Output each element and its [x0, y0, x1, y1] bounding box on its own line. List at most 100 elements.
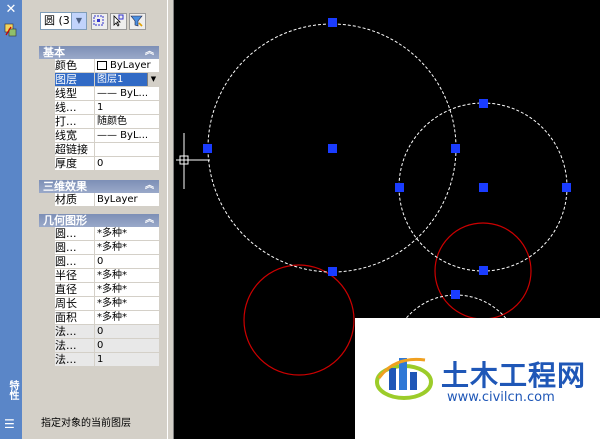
property-row[interactable]: 周长 *多种* [39, 297, 159, 311]
grip[interactable] [562, 183, 571, 192]
property-label: 直径 [55, 283, 94, 296]
chevron-down-icon[interactable]: ▼ [147, 73, 159, 86]
property-label: 图层 [55, 73, 94, 86]
property-value[interactable]: *多种* [95, 241, 159, 254]
watermark-brand: 土木工程网 [441, 359, 587, 392]
grip[interactable] [479, 183, 488, 192]
crosshair-cursor [176, 133, 210, 189]
property-row[interactable]: 直径 *多种* [39, 283, 159, 297]
palette-title-bar: ✕ 特性 ☰ [0, 0, 22, 439]
property-value[interactable]: —— ByL... [95, 87, 159, 100]
properties-tool-icon[interactable] [3, 22, 19, 38]
grip[interactable] [328, 18, 337, 27]
civilcn-logo-icon [375, 357, 433, 400]
watermark: 土木工程网 www.civilcn.com [355, 318, 600, 439]
property-label: 法... [55, 339, 94, 352]
property-row[interactable]: 法... 0 [39, 339, 159, 353]
grip[interactable] [479, 99, 488, 108]
property-row[interactable]: 面积 *多种* [39, 311, 159, 325]
chevron-down-icon[interactable]: ▼ [71, 13, 86, 29]
property-value: 0 [95, 339, 159, 352]
grip[interactable] [328, 144, 337, 153]
property-row[interactable]: 打... 随颜色 [39, 115, 159, 129]
collapse-chevron-icon[interactable]: ︽ [145, 214, 154, 227]
property-label: 打... [55, 115, 94, 128]
property-value[interactable]: *多种* [95, 311, 159, 324]
watermark-url: www.civilcn.com [447, 390, 555, 405]
property-row[interactable]: 法... 0 [39, 325, 159, 339]
property-label: 半径 [55, 269, 94, 282]
grip[interactable] [451, 290, 460, 299]
property-row[interactable]: 线宽 —— ByL... [39, 129, 159, 143]
property-row[interactable]: 圆... *多种* [39, 227, 159, 241]
property-value[interactable]: *多种* [95, 227, 159, 240]
toggle-pickadd-button[interactable] [91, 13, 108, 30]
layer-dropdown[interactable]: 图层1 ▼ [95, 73, 159, 86]
geometry-properties-grid: 圆... *多种* 圆... *多种* 圆... 0 半径 *多种* 直径 *多种* 周长… [39, 227, 159, 367]
property-value[interactable]: 1 [95, 101, 159, 114]
property-value[interactable] [95, 143, 159, 156]
object-type-select[interactable]: 圆 (3 ▼ [40, 12, 87, 30]
section-basic-header[interactable]: 基本 ︽ [39, 46, 159, 59]
grip[interactable] [479, 266, 488, 275]
red-circle[interactable] [243, 264, 355, 376]
property-description: 指定对象的当前图层 [41, 418, 131, 429]
section-geometry-title: 几何图形 [43, 214, 87, 227]
grip[interactable] [328, 267, 337, 276]
quick-select-button[interactable] [129, 13, 146, 30]
property-label: 圆... [55, 241, 94, 254]
property-value[interactable]: ByLayer [95, 59, 159, 72]
property-row[interactable]: 颜色 ByLayer [39, 59, 159, 73]
property-row[interactable]: 超链接 [39, 143, 159, 157]
section-geometry-header[interactable]: 几何图形 ︽ [39, 214, 159, 227]
pickadd-icon [93, 15, 104, 26]
property-value[interactable]: 随颜色 [95, 115, 159, 128]
property-label: 超链接 [55, 143, 94, 156]
property-label: 法... [55, 325, 94, 338]
property-value[interactable]: ByLayer [95, 193, 159, 206]
property-value[interactable]: 0 [95, 157, 159, 170]
property-row[interactable]: 材质 ByLayer [39, 193, 159, 207]
property-label: 面积 [55, 311, 94, 324]
palette-menu-icon[interactable]: ☰ [4, 417, 15, 431]
property-label: 线... [55, 101, 94, 114]
property-label: 线宽 [55, 129, 94, 142]
property-row[interactable]: 圆... 0 [39, 255, 159, 269]
section-3d-header[interactable]: 三维效果 ︽ [39, 180, 159, 193]
property-value: 0 [95, 325, 159, 338]
close-icon[interactable]: ✕ [4, 3, 18, 17]
property-row[interactable]: 法... 1 [39, 353, 159, 367]
property-value[interactable]: —— ByL... [95, 129, 159, 142]
property-row-selected[interactable]: 图层 图层1 ▼ [39, 73, 159, 87]
property-row[interactable]: 厚度 0 [39, 157, 159, 171]
collapse-chevron-icon[interactable]: ︽ [145, 46, 154, 59]
collapse-chevron-icon[interactable]: ︽ [145, 180, 154, 193]
property-label: 颜色 [55, 59, 94, 72]
property-value[interactable]: *多种* [95, 269, 159, 282]
grip[interactable] [395, 183, 404, 192]
property-value[interactable]: *多种* [95, 297, 159, 310]
property-row[interactable]: 半径 *多种* [39, 269, 159, 283]
property-label: 圆... [55, 255, 94, 268]
3d-properties-grid: 材质 ByLayer [39, 193, 159, 207]
select-objects-button[interactable] [110, 13, 127, 30]
property-value[interactable]: 0 [95, 255, 159, 268]
property-label: 圆... [55, 227, 94, 240]
property-label: 法... [55, 353, 94, 366]
property-label: 厚度 [55, 157, 94, 170]
section-3d-title: 三维效果 [43, 180, 87, 193]
color-swatch-icon [97, 60, 107, 70]
section-basic-title: 基本 [43, 46, 65, 59]
property-value: 1 [95, 353, 159, 366]
grip[interactable] [203, 144, 212, 153]
property-row[interactable]: 线型 —— ByL... [39, 87, 159, 101]
property-row[interactable]: 线... 1 [39, 101, 159, 115]
grips [203, 18, 571, 299]
property-label: 材质 [55, 193, 94, 206]
property-label: 线型 [55, 87, 94, 100]
property-value[interactable]: *多种* [95, 283, 159, 296]
panel-splitter[interactable] [167, 0, 174, 439]
grip[interactable] [451, 144, 460, 153]
basic-properties-grid: 颜色 ByLayer 图层 图层1 ▼ 线型 —— ByL... 线... 1 打... 随… [39, 59, 159, 171]
property-row[interactable]: 圆... *多种* [39, 241, 159, 255]
